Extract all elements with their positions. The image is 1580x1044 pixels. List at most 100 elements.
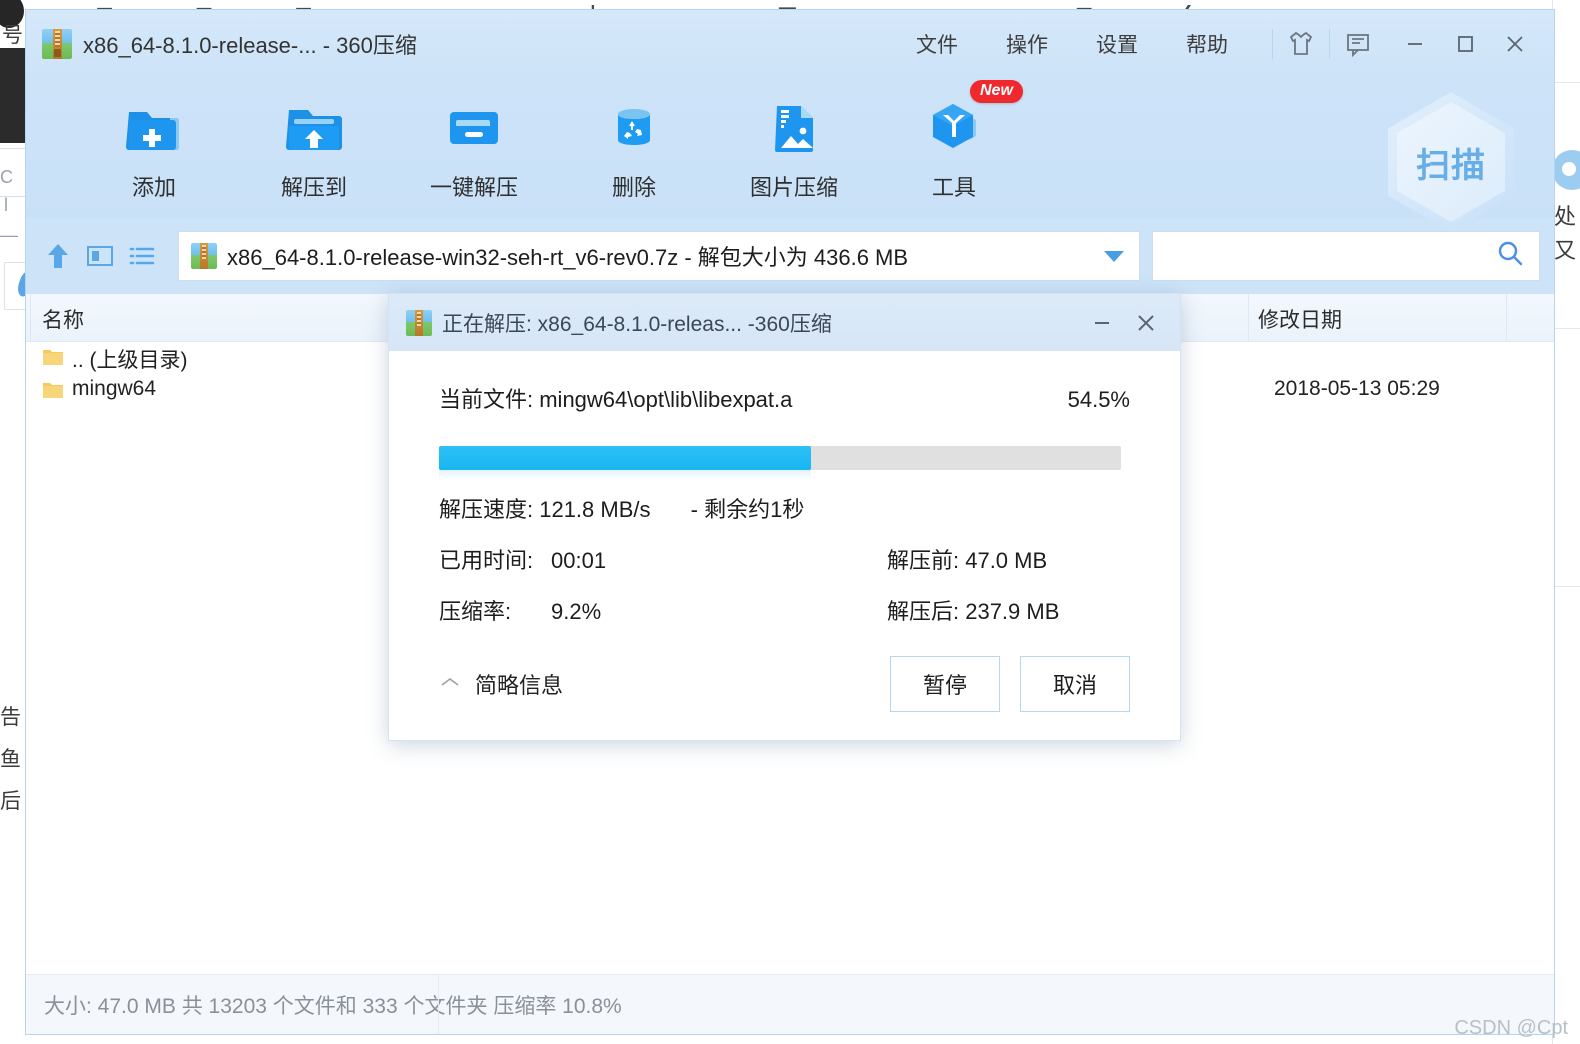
current-file-label: 当前文件: mingw64\opt\lib\libexpat.a xyxy=(439,387,793,412)
bg-frag-0: 号 xyxy=(2,24,23,47)
elapsed-value: 00:01 xyxy=(551,548,607,573)
skin-icon[interactable] xyxy=(1279,22,1323,66)
window-title: x86_64-8.1.0-release-... - 360压缩 xyxy=(83,33,417,58)
folder-icon xyxy=(42,347,64,367)
bg-frag-6: 后 xyxy=(0,790,21,813)
table-cell-name: .. (上级目录) xyxy=(72,349,188,372)
bg-rfrag-0: 处 xyxy=(1554,204,1577,229)
list-view-icon[interactable] xyxy=(124,233,160,279)
scan-watermark: 扫描 xyxy=(1388,92,1514,232)
background-dark-strip xyxy=(0,48,26,143)
toolbar-delete-label: 删除 xyxy=(611,175,656,200)
csdn-watermark: CSDN @Cpt xyxy=(1454,1017,1568,1039)
menu-file[interactable]: 文件 xyxy=(892,23,982,65)
menu-bar: 文件 操作 设置 帮助 xyxy=(892,23,1252,65)
scan-watermark-label: 扫描 xyxy=(1416,146,1486,185)
toolbar: 添加 解压到 一键解压 删除 图片压缩 New 工具 扫描 xyxy=(26,78,1554,232)
cancel-button[interactable]: 取消 xyxy=(1020,656,1130,712)
search-icon[interactable] xyxy=(1495,239,1525,274)
remaining-label: - 剩余约1秒 xyxy=(690,497,805,522)
toolbar-extract-to-label: 解压到 xyxy=(280,175,347,200)
toolbar-image-compress[interactable]: 图片压缩 xyxy=(714,88,874,202)
address-bar: x86_64-8.1.0-release-win32-seh-rt_v6-rev… xyxy=(26,218,1554,294)
one-click-extract-icon xyxy=(445,98,503,156)
address-input[interactable]: x86_64-8.1.0-release-win32-seh-rt_v6-rev… xyxy=(178,231,1140,281)
toolbar-add[interactable]: 添加 xyxy=(74,88,234,202)
ratio-label: 压缩率: xyxy=(439,599,512,624)
feedback-icon[interactable] xyxy=(1336,22,1380,66)
address-path-text: x86_64-8.1.0-release-win32-seh-rt_v6-rev… xyxy=(227,245,909,270)
bg-frag-4: 告 xyxy=(0,706,21,729)
dialog-buttons: 暂停 取消 xyxy=(890,656,1130,712)
toolbar-tools[interactable]: New 工具 xyxy=(874,80,1034,202)
size-before-label: 解压前: 47.0 MB xyxy=(887,548,1048,573)
maximize-button[interactable] xyxy=(1440,21,1490,67)
size-after-label: 解压后: 237.9 MB xyxy=(887,599,1060,624)
search-box[interactable] xyxy=(1152,231,1540,281)
folder-add-icon xyxy=(125,98,183,156)
brief-info-label: 简略信息 xyxy=(475,673,564,698)
ratio-row: 压缩率: 9.2% 解压后: 237.9 MB xyxy=(439,594,1130,626)
dialog-body: 当前文件: mingw64\opt\lib\libexpat.a 54.5% 解… xyxy=(389,351,1180,626)
bg-frag-1: C xyxy=(0,167,13,187)
title-bar: x86_64-8.1.0-release-... - 360压缩 文件 操作 设… xyxy=(26,10,1554,78)
folder-icon xyxy=(42,380,64,400)
extract-progress-dialog: 正在解压: x86_64-8.1.0-releas... -360压缩 当前文件… xyxy=(388,293,1181,741)
screen: ⌐ ⊓ ⊓ ⊓ ∧ ∧ ǀ ⊿ ⊞ ∧ ∧ ⊓ ∠ 号 C l — 告 鱼 后 … xyxy=(0,0,1580,1044)
archive-icon xyxy=(191,243,217,269)
column-header-name[interactable]: 名称 xyxy=(42,304,84,334)
archive-icon xyxy=(42,29,72,59)
status-divider xyxy=(438,974,439,1034)
minimize-button[interactable] xyxy=(1390,21,1440,67)
menu-settings[interactable]: 设置 xyxy=(1072,23,1162,65)
bg-frag-2: l xyxy=(4,195,8,215)
elapsed-label: 已用时间: xyxy=(439,548,534,573)
tools-hexagon-icon xyxy=(925,98,983,156)
search-input[interactable] xyxy=(1167,244,1495,268)
status-bar-text: 大小: 47.0 MB 共 13203 个文件和 333 个文件夹 压缩率 10… xyxy=(44,994,622,1018)
preview-pane-icon[interactable] xyxy=(82,233,118,279)
dialog-title: 正在解压: x86_64-8.1.0-releas... -360压缩 xyxy=(442,312,832,336)
toolbar-delete[interactable]: 删除 xyxy=(554,88,714,202)
up-arrow-icon[interactable] xyxy=(40,233,76,279)
background-right-panel: 处 又 xyxy=(1552,0,1580,1044)
table-cell-name: mingw64 xyxy=(72,377,157,400)
pause-button[interactable]: 暂停 xyxy=(890,656,1000,712)
bg-rfrag-1: 又 xyxy=(1554,238,1577,264)
window-controls xyxy=(1390,21,1554,67)
column-header-date[interactable]: 修改日期 xyxy=(1258,304,1342,334)
brief-info-toggle[interactable]: 简略信息 xyxy=(439,668,563,700)
toolbar-one-click-extract[interactable]: 一键解压 xyxy=(394,88,554,202)
toolbar-extract-to[interactable]: 解压到 xyxy=(234,88,394,202)
toolbar-add-label: 添加 xyxy=(131,175,176,200)
menu-help[interactable]: 帮助 xyxy=(1162,23,1252,65)
chevron-down-icon[interactable] xyxy=(1097,248,1131,264)
toolbar-image-compress-label: 图片压缩 xyxy=(749,175,838,200)
dialog-window-controls xyxy=(1080,301,1180,345)
dialog-close-button[interactable] xyxy=(1124,301,1168,345)
chevron-up-icon xyxy=(439,675,461,694)
ratio-cell: 压缩率: 9.2% xyxy=(439,594,887,626)
elapsed-cell: 已用时间: 00:01 xyxy=(439,543,887,575)
progress-gloss xyxy=(439,470,811,480)
title-left: x86_64-8.1.0-release-... - 360压缩 xyxy=(26,28,417,60)
speed-row: 解压速度: 121.8 MB/s - 剩余约1秒 xyxy=(439,492,1130,524)
divider xyxy=(1329,29,1330,59)
background-right-fragments: 处 又 xyxy=(1554,200,1580,268)
progress-fill xyxy=(439,446,811,470)
dialog-title-bar: 正在解压: x86_64-8.1.0-releas... -360压缩 xyxy=(389,294,1180,351)
ratio-value: 9.2% xyxy=(551,599,602,624)
current-file-row: 当前文件: mingw64\opt\lib\libexpat.a 54.5% xyxy=(439,351,1130,414)
bg-frag-3: — xyxy=(0,225,18,245)
archive-icon xyxy=(406,309,432,336)
background-user-avatar xyxy=(1552,150,1580,190)
progress-bar xyxy=(439,446,1130,480)
image-compress-icon xyxy=(765,98,823,156)
dialog-footer: 简略信息 暂停 取消 xyxy=(389,656,1180,712)
divider xyxy=(1272,29,1273,59)
status-bar: 大小: 47.0 MB 共 13203 个文件和 333 个文件夹 压缩率 10… xyxy=(26,974,1554,1034)
menu-action[interactable]: 操作 xyxy=(982,23,1072,65)
toolbar-one-click-extract-label: 一键解压 xyxy=(429,175,518,200)
dialog-minimize-button[interactable] xyxy=(1080,301,1124,345)
close-button[interactable] xyxy=(1490,21,1540,67)
